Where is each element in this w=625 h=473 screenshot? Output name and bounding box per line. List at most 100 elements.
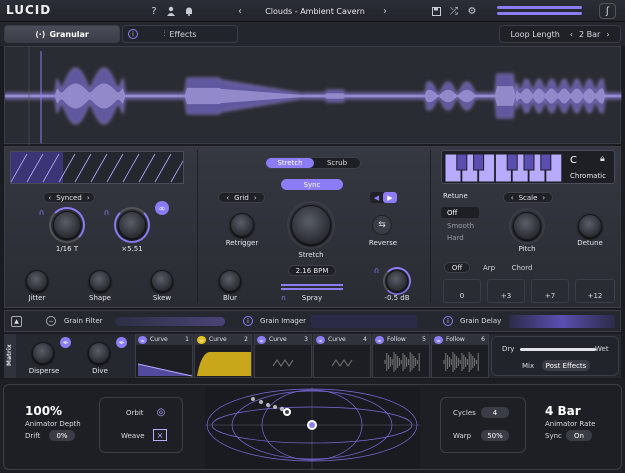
- piano-keys[interactable]: [445, 154, 563, 182]
- mod-slot-3[interactable]: ◂▸ Curve 3: [254, 334, 312, 378]
- animator-depth-value[interactable]: 100%: [25, 404, 62, 418]
- loop-length-control[interactable]: Loop Length ‹ 2 Bar ›: [499, 25, 621, 43]
- stretch-knob[interactable]: [291, 205, 331, 245]
- mod-slot-icon[interactable]: ◂▸: [375, 336, 384, 344]
- stretch-tab[interactable]: Stretch: [266, 158, 314, 168]
- loop-next-icon[interactable]: ›: [606, 30, 609, 39]
- dive-label: Dive: [92, 367, 108, 375]
- retune-hard[interactable]: Hard: [447, 234, 464, 242]
- power-icon[interactable]: ʃ: [599, 3, 616, 19]
- weave-icon[interactable]: ⨯: [153, 429, 167, 441]
- disperse-knob[interactable]: [32, 342, 54, 364]
- cycles-value[interactable]: 4: [481, 407, 509, 418]
- arp-tab[interactable]: Arp: [479, 262, 499, 273]
- arrow-left-icon[interactable]: ◀: [370, 192, 383, 203]
- mod-slot-1[interactable]: ◂▸ Curve 1: [135, 334, 193, 378]
- dive-mod-icon[interactable]: ◂▸: [116, 337, 127, 348]
- key-root[interactable]: C: [570, 155, 577, 166]
- mod-slot-name: Curve: [209, 336, 227, 343]
- scale-select[interactable]: ‹ Scale ›: [503, 192, 553, 203]
- matrix-label-tab: Matrix: [4, 334, 16, 378]
- spray-label: Spray: [301, 294, 323, 302]
- skew-knob[interactable]: [151, 270, 173, 292]
- waveform-display[interactable]: [4, 46, 622, 145]
- mod-slot-icon[interactable]: ◂▸: [197, 336, 206, 344]
- arrow-right-icon[interactable]: ▶: [383, 192, 397, 203]
- detune-knob[interactable]: [578, 214, 602, 238]
- shuffle-icon[interactable]: ⤮: [447, 4, 461, 18]
- multiplier-knob[interactable]: [118, 211, 146, 239]
- gain-link-icon[interactable]: ∩: [372, 266, 381, 275]
- gain-knob[interactable]: [386, 270, 408, 292]
- scrub-tab[interactable]: Scrub: [314, 158, 360, 168]
- mod-slot-5[interactable]: ◂▸ Follow 5: [372, 334, 430, 378]
- pitch-knob[interactable]: [513, 212, 541, 240]
- mod-slot-4[interactable]: ◂▸ Curve 4: [313, 334, 371, 378]
- orbit-icon[interactable]: ◎: [153, 406, 169, 418]
- interval-pad-1[interactable]: 0: [443, 279, 481, 303]
- mod-slot-icon[interactable]: ◂▸: [316, 336, 325, 344]
- mod-slot-number: 5: [422, 336, 426, 343]
- interval-pad-3[interactable]: +7: [531, 279, 569, 303]
- reverse-label: Reverse: [368, 239, 398, 247]
- dive-knob[interactable]: [88, 342, 110, 364]
- mod-slot-icon[interactable]: ◂▸: [138, 336, 147, 344]
- warp-value[interactable]: 50%: [481, 430, 509, 441]
- mix-slider[interactable]: [520, 348, 596, 351]
- post-effects-toggle[interactable]: Post Effects: [542, 360, 590, 371]
- delay-power-icon[interactable]: i: [443, 316, 453, 326]
- spray-slider[interactable]: [281, 284, 343, 290]
- gear-icon[interactable]: ⚙: [465, 4, 479, 18]
- blur-knob[interactable]: [219, 270, 241, 292]
- tab-effects[interactable]: i ⫶ Effects: [122, 25, 238, 43]
- animator-rate-value[interactable]: 4 Bar: [545, 404, 581, 418]
- user-icon[interactable]: [164, 4, 178, 18]
- grain-imager-display[interactable]: [311, 315, 417, 328]
- reverse-icon[interactable]: ⇆: [372, 215, 392, 235]
- grain-filter-slider[interactable]: [115, 317, 225, 326]
- drift-value[interactable]: 0%: [49, 430, 75, 441]
- sync-mode-select[interactable]: ‹ Synced ›: [43, 192, 95, 203]
- jitter-knob[interactable]: [26, 270, 48, 292]
- animator-sync-value[interactable]: On: [566, 430, 592, 441]
- bell-icon[interactable]: [182, 4, 196, 18]
- chain-link-icon[interactable]: ∞: [155, 201, 169, 215]
- disperse-mod-icon[interactable]: ◂▸: [60, 337, 71, 348]
- loop-prev-icon[interactable]: ‹: [570, 30, 573, 39]
- lock-icon[interactable]: 🔒︎: [600, 154, 605, 164]
- spray-link-icon[interactable]: ∩: [279, 293, 288, 302]
- tab-granular[interactable]: ⟨·⟩ Granular: [4, 25, 120, 43]
- retrigger-knob[interactable]: [230, 213, 254, 237]
- interval-pad-4[interactable]: +12: [575, 279, 615, 303]
- link-icon[interactable]: ∩: [102, 208, 111, 217]
- help-icon[interactable]: ?: [147, 4, 161, 18]
- grain-delay-display[interactable]: [509, 315, 615, 328]
- mod-slot-2[interactable]: ◂▸ Curve 2: [194, 334, 252, 378]
- stretch-label: Stretch: [298, 251, 324, 259]
- rate-knob[interactable]: [53, 211, 81, 239]
- collapse-icon[interactable]: ▲: [11, 316, 22, 327]
- sync-toggle[interactable]: Sync: [281, 179, 343, 190]
- interval-pad-2[interactable]: +3: [487, 279, 525, 303]
- link-icon[interactable]: ∩: [37, 208, 46, 217]
- retune-smooth[interactable]: Smooth: [447, 222, 474, 230]
- chord-tab[interactable]: Chord: [509, 262, 535, 273]
- cycle-controls: Cycles 4 Warp 50%: [440, 397, 526, 453]
- motion-path-display[interactable]: [205, 387, 420, 469]
- mod-slot-name: Curve: [150, 336, 168, 343]
- save-icon[interactable]: [429, 4, 443, 18]
- effects-power-icon[interactable]: i: [128, 29, 138, 39]
- next-preset-icon[interactable]: ›: [378, 4, 392, 18]
- shape-knob[interactable]: [89, 270, 111, 292]
- mod-slot-icon[interactable]: ◂▸: [257, 336, 266, 344]
- imager-power-icon[interactable]: i: [243, 316, 253, 326]
- grid-select[interactable]: ‹ Grid ›: [218, 192, 265, 203]
- voice-off-tab[interactable]: Off: [444, 262, 470, 273]
- mod-slot-icon[interactable]: ◂▸: [434, 336, 443, 344]
- retune-off[interactable]: Off: [441, 207, 479, 218]
- bpm-display[interactable]: 2.16 BPM: [288, 265, 336, 276]
- mod-slot-6[interactable]: ◂▸ Follow 6: [431, 334, 489, 378]
- preset-name[interactable]: Clouds - Ambient Cavern: [230, 4, 400, 18]
- mod-slot-header: ◂▸ Follow 5: [373, 335, 429, 345]
- filter-power-icon[interactable]: −: [46, 316, 56, 326]
